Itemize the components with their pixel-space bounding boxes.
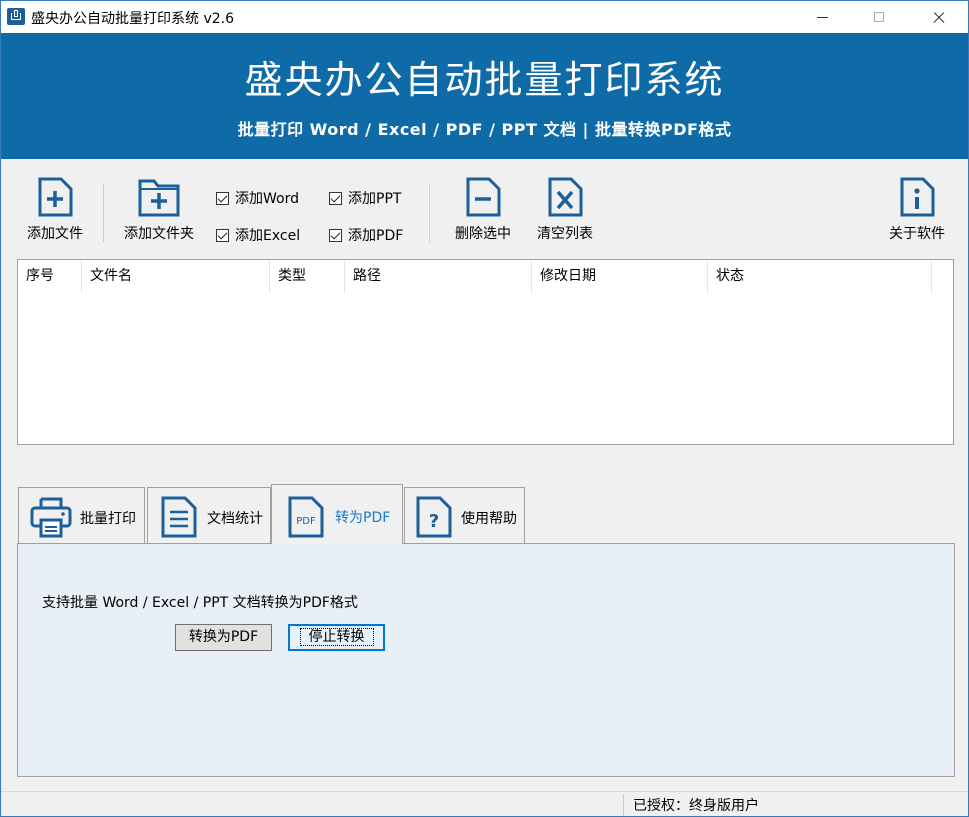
license-status: 已授权：终身版用户 xyxy=(633,798,759,814)
checkmark-icon xyxy=(329,228,342,242)
close-button[interactable] xyxy=(915,1,961,33)
column-header-index[interactable]: 序号 xyxy=(18,260,82,293)
printer-icon xyxy=(29,496,73,542)
add-file-icon xyxy=(37,177,73,217)
pdf-file-icon: PDF xyxy=(287,496,325,542)
clear-list-label: 清空列表 xyxy=(537,226,593,242)
about-button[interactable]: 关于软件 xyxy=(883,177,951,243)
column-header-status[interactable]: 状态 xyxy=(708,260,932,293)
header-banner: 盛央办公自动批量打印系统 批量打印 Word / Excel / PDF / P… xyxy=(1,33,968,159)
filter-word-checkbox[interactable]: 添加Word xyxy=(216,188,299,208)
convert-pdf-panel: 支持批量 Word / Excel / PPT 文档转换为PDF格式 转换为PD… xyxy=(17,543,955,777)
filter-excel-checkbox[interactable]: 添加Excel xyxy=(216,225,300,245)
status-bar: 已授权：终身版用户 xyxy=(1,791,968,816)
maximize-button[interactable] xyxy=(857,1,903,33)
tab-batch-print-label: 批量打印 xyxy=(80,511,136,527)
tab-document-stats[interactable]: 文档统计 xyxy=(147,487,271,543)
title-bar[interactable]: 盛央办公自动批量打印系统 v2.6 xyxy=(1,1,968,33)
stop-convert-label: 停止转换 xyxy=(299,628,374,646)
app-window: 盛央办公自动批量打印系统 v2.6 盛央办公自动批量打印系统 批量打印 Word… xyxy=(0,0,969,817)
banner-subtitle: 批量打印 Word / Excel / PDF / PPT 文档 | 批量转换P… xyxy=(237,120,732,139)
add-file-button[interactable]: 添加文件 xyxy=(21,177,89,243)
convert-description: 支持批量 Word / Excel / PPT 文档转换为PDF格式 xyxy=(42,595,358,611)
stop-convert-button[interactable]: 停止转换 xyxy=(288,624,385,651)
svg-text:?: ? xyxy=(429,511,439,532)
tab-document-stats-label: 文档统计 xyxy=(207,511,263,527)
checkmark-icon xyxy=(329,191,342,205)
tab-convert-pdf[interactable]: PDF 转为PDF xyxy=(271,484,403,544)
column-header-filename[interactable]: 文件名 xyxy=(82,260,270,293)
add-folder-icon xyxy=(138,177,180,217)
add-folder-label: 添加文件夹 xyxy=(124,226,194,242)
add-file-label: 添加文件 xyxy=(27,226,83,242)
checkmark-icon xyxy=(216,191,229,205)
toolbar-separator xyxy=(429,184,430,242)
file-list-header: 序号 文件名 类型 路径 修改日期 状态 xyxy=(18,260,953,293)
minimize-button[interactable] xyxy=(800,1,846,33)
column-header-path[interactable]: 路径 xyxy=(345,260,532,293)
file-list[interactable]: 序号 文件名 类型 路径 修改日期 状态 xyxy=(17,259,954,445)
delete-selected-button[interactable]: 删除选中 xyxy=(449,177,517,243)
remove-file-icon xyxy=(465,177,501,217)
svg-text:PDF: PDF xyxy=(296,516,316,527)
clear-file-icon xyxy=(547,177,583,217)
checkmark-icon xyxy=(216,228,229,242)
filter-pdf-checkbox[interactable]: 添加PDF xyxy=(329,225,403,245)
help-file-icon: ? xyxy=(415,496,453,542)
column-header-type[interactable]: 类型 xyxy=(270,260,345,293)
info-file-icon xyxy=(899,177,935,217)
filter-ppt-label: 添加PPT xyxy=(348,191,402,207)
delete-selected-label: 删除选中 xyxy=(455,226,511,242)
tab-help[interactable]: ? 使用帮助 xyxy=(404,487,525,543)
filter-excel-label: 添加Excel xyxy=(235,228,301,244)
app-icon xyxy=(7,8,25,25)
about-label: 关于软件 xyxy=(889,226,945,242)
tab-convert-pdf-label: 转为PDF xyxy=(335,510,391,526)
banner-title: 盛央办公自动批量打印系统 xyxy=(244,58,725,102)
filter-ppt-checkbox[interactable]: 添加PPT xyxy=(329,188,401,208)
add-folder-button[interactable]: 添加文件夹 xyxy=(117,177,201,243)
clear-list-button[interactable]: 清空列表 xyxy=(531,177,599,243)
window-title: 盛央办公自动批量打印系统 v2.6 xyxy=(31,11,234,27)
column-header-modified-date[interactable]: 修改日期 xyxy=(532,260,708,293)
tab-batch-print[interactable]: 批量打印 xyxy=(18,487,145,543)
convert-to-pdf-button[interactable]: 转换为PDF xyxy=(175,624,272,651)
filter-pdf-label: 添加PDF xyxy=(348,228,404,244)
status-separator xyxy=(623,794,624,816)
filter-word-label: 添加Word xyxy=(235,191,299,207)
toolbar-separator xyxy=(103,184,104,242)
tab-help-label: 使用帮助 xyxy=(461,511,517,527)
document-lines-icon xyxy=(160,496,198,542)
